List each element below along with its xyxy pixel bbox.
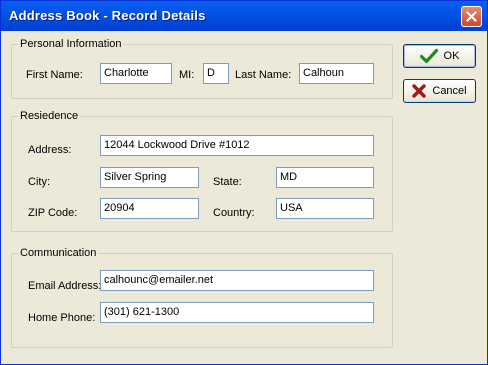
email-address-field[interactable]: calhounc@emailer.net [100, 270, 374, 291]
first-name-field[interactable]: Charlotte [100, 63, 172, 84]
ok-button[interactable]: OK [403, 44, 476, 68]
personal-information-title: Personal Information [18, 38, 124, 51]
last-name-field[interactable]: Calhoun [299, 63, 374, 84]
email-address-label: Email Address: [28, 280, 102, 292]
city-label: City: [28, 176, 50, 188]
residence-title: Resiedence [18, 110, 81, 123]
state-label: State: [213, 176, 242, 188]
mi-label: MI: [179, 69, 195, 81]
ok-button-label: OK [443, 50, 460, 62]
zip-code-label: ZIP Code: [28, 207, 78, 219]
communication-title: Communication [18, 247, 99, 260]
zip-code-field[interactable]: 20904 [100, 198, 199, 219]
country-label: Country: [213, 207, 255, 219]
communication-group: Communication [11, 247, 393, 348]
cancel-x-icon [412, 84, 427, 98]
close-icon [466, 11, 477, 22]
state-field[interactable]: MD [276, 167, 374, 188]
home-phone-label: Home Phone: [28, 312, 96, 324]
record-details-dialog: Address Book - Record Details Personal I… [0, 0, 488, 365]
last-name-label: Last Name: [235, 69, 292, 81]
home-phone-field[interactable]: (301) 621-1300 [100, 302, 374, 323]
address-field[interactable]: 12044 Lockwood Drive #1012 [100, 135, 374, 156]
close-button[interactable] [461, 6, 482, 27]
title-bar[interactable]: Address Book - Record Details [1, 1, 487, 31]
cancel-button-label: Cancel [432, 85, 467, 97]
mi-field[interactable]: D [203, 63, 229, 84]
city-field[interactable]: Silver Spring [100, 167, 199, 188]
window-title: Address Book - Record Details [9, 8, 206, 23]
address-label: Address: [28, 144, 72, 156]
country-field[interactable]: USA [276, 198, 374, 219]
first-name-label: First Name: [26, 69, 83, 81]
checkmark-icon [419, 48, 438, 64]
cancel-button[interactable]: Cancel [403, 79, 476, 103]
